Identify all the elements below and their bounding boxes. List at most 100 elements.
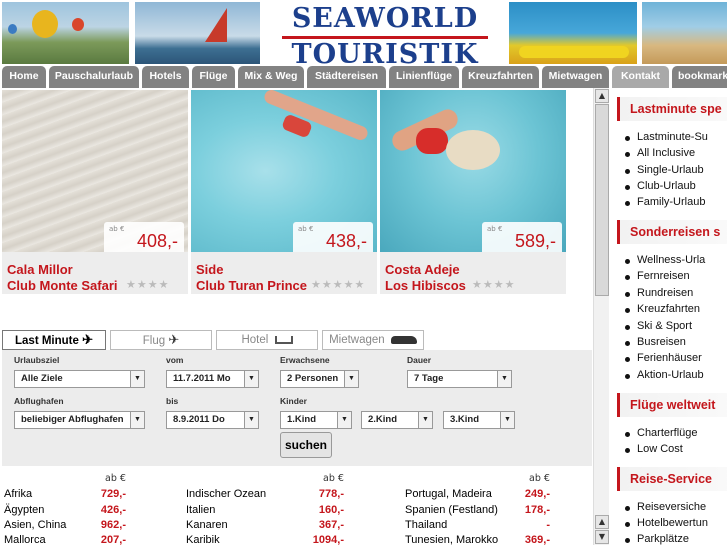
sidebar-item[interactable]: Fernreisen (625, 270, 690, 282)
sidebar-item[interactable]: Wellness-Urla (624, 254, 705, 266)
tab-linienfluege[interactable]: Linienflüge (389, 66, 459, 88)
label-urlaubsziel: Urlaubsziel (14, 355, 60, 365)
bis-select[interactable]: 8.9.2011 Do ▼ (166, 411, 259, 429)
vom-select[interactable]: 11.7.2011 Mo ▼ (166, 370, 259, 388)
abflughafen-select[interactable]: beliebiger Abflughafen ▼ (14, 411, 145, 429)
tab-mietwagen[interactable]: Mietwagen (542, 66, 609, 88)
scroll-thumb[interactable] (595, 104, 609, 296)
destination-price: 729,- (100, 488, 126, 500)
tab-staedtereisen[interactable]: Städtereisen (307, 66, 386, 88)
kind2-value: 2.Kind (368, 414, 398, 425)
chevron-down-icon: ▼ (418, 412, 432, 428)
tab-mix-weg[interactable]: Mix & Weg (238, 66, 304, 88)
search-button[interactable]: suchen (280, 432, 332, 458)
star-rating: ★★★★★ (311, 278, 366, 291)
kind3-select[interactable]: 3.Kind ▼ (443, 411, 515, 429)
offer-card[interactable]: ab € 438,- Side Club Turan Prince ★★★★★ (191, 90, 377, 294)
sidebar-item[interactable]: Family-Urlaub (624, 196, 705, 208)
tab-fluege[interactable]: Flüge (192, 66, 235, 88)
scroll-up-arrow[interactable]: ▲ (595, 89, 609, 103)
sidebar-item[interactable]: Single-Urlaub (625, 164, 704, 176)
sidebar-heading[interactable]: Lastminute spe (617, 97, 727, 121)
offer-hotel[interactable]: Los Hibiscos (385, 278, 466, 293)
scroll-down-arrow[interactable]: ▼ (595, 530, 609, 544)
logo-line1: SEAWORLD (291, 3, 479, 34)
sidebar-item[interactable]: Aktion-Urlaub (625, 369, 704, 381)
destination-link[interactable]: Tunesien, Marokko (405, 534, 498, 546)
sidebar-heading[interactable]: Reise-Service (617, 467, 727, 491)
destination-price: 778,- (318, 488, 344, 500)
destination-link[interactable]: Portugal, Madeira (405, 488, 492, 500)
sidebar-item[interactable]: Parkplätze (625, 533, 689, 545)
offers-scrollbar[interactable]: ▲ ▲ ▼ (593, 88, 609, 545)
price-col-head: ab € (529, 473, 550, 484)
destination-link[interactable]: Mallorca (4, 534, 46, 546)
offer-card[interactable]: ab € 589,- Costa Adeje Los Hibiscos ★★★★ (380, 90, 566, 294)
destination-link[interactable]: Ägypten (4, 504, 44, 516)
tab-pauschalurlaub[interactable]: Pauschalurlaub (49, 66, 139, 88)
star-rating: ★★★★ (126, 278, 170, 291)
sidebar-item[interactable]: Charterflüge (625, 427, 698, 439)
tab-last-minute-label: Last Minute (15, 335, 79, 347)
tab-hotel[interactable]: Hotel (216, 330, 318, 350)
offer-hotel[interactable]: Club Turan Prince (196, 278, 307, 293)
tab-last-minute[interactable]: Last Minute ✈ (2, 330, 106, 350)
tab-mietwagen-search[interactable]: Mietwagen (322, 330, 424, 350)
offer-place[interactable]: Cala Millor (7, 262, 73, 277)
price-col-head: ab € (323, 473, 344, 484)
price-col-head: ab € (105, 473, 126, 484)
balloons-photo (2, 2, 129, 64)
kind2-select[interactable]: 2.Kind ▼ (361, 411, 433, 429)
destination-link[interactable]: Thailand (405, 519, 447, 531)
chevron-down-icon: ▼ (244, 371, 258, 387)
sidebar-item[interactable]: Rundreisen (624, 287, 693, 299)
kind1-value: 1.Kind (287, 414, 317, 425)
offer-card[interactable]: ab € 408,- Cala Millor Club Monte Safari… (2, 90, 188, 294)
offer-hotel[interactable]: Club Monte Safari (7, 278, 118, 293)
plane-icon: ✈ (82, 332, 93, 347)
destination-link[interactable]: Afrika (4, 488, 32, 500)
label-erwachsene: Erwachsene (280, 355, 330, 365)
offer-place[interactable]: Side (196, 262, 223, 277)
sidebar-heading[interactable]: Flüge weltweit (617, 393, 727, 417)
sidebar: Lastminute spe Lastminute-Su All Inclusi… (617, 88, 727, 545)
tab-kontakt[interactable]: Kontakt (612, 66, 669, 88)
destination-link[interactable]: Indischer Ozean (186, 488, 266, 500)
sidebar-item[interactable]: Ski & Sport (624, 320, 692, 332)
sidebar-item[interactable]: Hotelbewertun (625, 517, 708, 529)
sidebar-heading[interactable]: Sonderreisen s (617, 220, 727, 244)
dauer-select[interactable]: 7 Tage ▼ (407, 370, 512, 388)
destination-link[interactable]: Spanien (Festland) (405, 504, 498, 516)
scroll-up-arrow[interactable]: ▲ (595, 515, 609, 529)
tab-kreuzfahrten[interactable]: Kreuzfahrten (462, 66, 539, 88)
kind1-select[interactable]: 1.Kind ▼ (280, 411, 352, 429)
destination-link[interactable]: Italien (186, 504, 215, 516)
sidebar-item[interactable]: All Inclusive (624, 147, 695, 159)
chevron-down-icon: ▼ (497, 371, 511, 387)
seaworld-logo[interactable]: SEAWORLD TOURISTIK (270, 0, 500, 70)
label-abflughafen: Abflughafen (14, 396, 64, 406)
label-dauer: Dauer (407, 355, 432, 365)
erwachsene-select[interactable]: 2 Personen ▼ (280, 370, 359, 388)
sidebar-item[interactable]: Ferienhäuser (625, 352, 702, 364)
urlaubsziel-select[interactable]: Alle Ziele ▼ (14, 370, 145, 388)
sidebar-item[interactable]: Reiseversiche (624, 501, 706, 513)
chevron-down-icon: ▼ (500, 412, 514, 428)
destination-prices: ab € ab € ab € Afrika 729,- Ägypten 426,… (2, 470, 592, 546)
offer-cards: ab € 408,- Cala Millor Club Monte Safari… (2, 88, 593, 298)
destination-link[interactable]: Karibik (186, 534, 220, 546)
offer-place[interactable]: Costa Adeje (385, 262, 460, 277)
sidebar-item[interactable]: Low Cost (625, 443, 683, 455)
tab-bookmark[interactable]: bookmark (672, 66, 727, 88)
destination-link[interactable]: Asien, China (4, 519, 66, 531)
sidebar-item[interactable]: Club-Urlaub (625, 180, 696, 192)
tab-hotels[interactable]: Hotels (142, 66, 189, 88)
sidebar-item[interactable]: Kreuzfahrten (625, 303, 700, 315)
destination-price: 367,- (318, 519, 344, 531)
chevron-down-icon: ▼ (130, 371, 144, 387)
sidebar-item[interactable]: Busreisen (625, 336, 686, 348)
tab-flug[interactable]: Flug ✈ (110, 330, 212, 350)
sidebar-item[interactable]: Lastminute-Su (625, 131, 708, 143)
destination-link[interactable]: Kanaren (186, 519, 228, 531)
tab-home[interactable]: Home (2, 66, 46, 88)
